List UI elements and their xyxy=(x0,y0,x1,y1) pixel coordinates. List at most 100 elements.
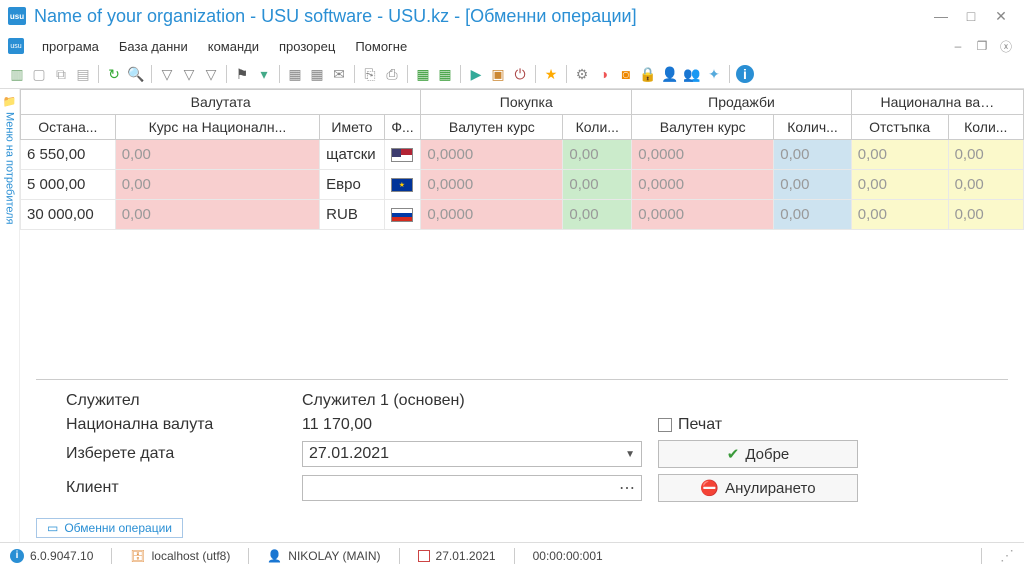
date-combo[interactable]: 27.01.2021 ▼ xyxy=(302,441,642,467)
tb-info-icon[interactable]: i xyxy=(736,65,754,83)
tb-grid2-icon[interactable]: ▦ xyxy=(308,65,326,83)
cell-qty2[interactable]: 0,00 xyxy=(948,200,1023,230)
mdi-restore-button[interactable]: ❐ xyxy=(972,38,992,54)
table-row[interactable]: 30 000,000,00RUB0,00000,000,00000,000,00… xyxy=(21,200,1024,230)
cell-buy-qty[interactable]: 0,00 xyxy=(563,170,632,200)
cell-buy-rate[interactable]: 0,0000 xyxy=(421,200,563,230)
document-tab[interactable]: ▭ Обменни операции xyxy=(36,518,183,538)
menu-commands[interactable]: команди xyxy=(200,35,267,58)
tb-save-icon[interactable]: ▤ xyxy=(74,65,92,83)
ok-button[interactable]: ✔ Добре xyxy=(658,440,858,468)
cell-rest[interactable]: 30 000,00 xyxy=(21,200,116,230)
table-row[interactable]: 5 000,000,00Евро0,00000,000,00000,000,00… xyxy=(21,170,1024,200)
tb-user-icon[interactable]: 👤 xyxy=(661,65,679,83)
tb-exit-icon[interactable]: ⏻ xyxy=(511,65,529,83)
cell-rest[interactable]: 6 550,00 xyxy=(21,140,116,170)
cell-discount[interactable]: 0,00 xyxy=(851,200,948,230)
col-group-sell[interactable]: Продажби xyxy=(632,90,852,115)
maximize-button[interactable]: □ xyxy=(956,6,986,26)
cell-buy-qty[interactable]: 0,00 xyxy=(563,200,632,230)
employee-value: Служител 1 (основен) xyxy=(302,392,642,410)
tb-screen-icon[interactable]: ▣ xyxy=(489,65,507,83)
cell-flag[interactable] xyxy=(384,170,421,200)
cell-buy-rate[interactable]: 0,0000 xyxy=(421,140,563,170)
cell-natrate[interactable]: 0,00 xyxy=(115,140,319,170)
tb-image-icon[interactable]: ▾ xyxy=(255,65,273,83)
menu-database[interactable]: База данни xyxy=(111,35,196,58)
cell-sell-rate[interactable]: 0,0000 xyxy=(632,170,774,200)
employee-label: Служител xyxy=(66,392,286,410)
col-group-buy[interactable]: Покупка xyxy=(421,90,632,115)
cell-natrate[interactable]: 0,00 xyxy=(115,170,319,200)
menu-program[interactable]: програма xyxy=(34,35,107,58)
tb-search-icon[interactable]: 🔍 xyxy=(127,65,145,83)
mdi-close-button[interactable]: ⓧ xyxy=(996,38,1016,54)
menu-help[interactable]: Помогне xyxy=(347,35,415,58)
tb-grid-icon[interactable]: ▦ xyxy=(286,65,304,83)
tb-new-icon[interactable]: ▥ xyxy=(8,65,26,83)
cell-name[interactable]: щатски xyxy=(320,140,385,170)
cell-buy-qty[interactable]: 0,00 xyxy=(563,140,632,170)
tb-filter-icon[interactable]: ▽ xyxy=(158,65,176,83)
close-button[interactable]: ✕ xyxy=(986,6,1016,26)
side-tab-user-menu[interactable]: 📁 Меню на потребителя xyxy=(0,89,20,542)
col-group-national[interactable]: Национална ва… xyxy=(851,90,1023,115)
currency-grid[interactable]: Валутата Покупка Продажби Национална ва…… xyxy=(20,89,1024,230)
col-natrate[interactable]: Курс на Националн... xyxy=(115,115,319,140)
cell-sell-qty[interactable]: 0,00 xyxy=(774,200,851,230)
cell-qty2[interactable]: 0,00 xyxy=(948,140,1023,170)
cell-sell-rate[interactable]: 0,0000 xyxy=(632,140,774,170)
tb-color-icon[interactable]: ◑ xyxy=(595,65,613,83)
tb-filter2-icon[interactable]: ▽ xyxy=(180,65,198,83)
tb-gear-icon[interactable]: ⚙ xyxy=(573,65,591,83)
cell-qty2[interactable]: 0,00 xyxy=(948,170,1023,200)
mdi-minimize-button[interactable]: – xyxy=(948,38,968,54)
col-buy-rate[interactable]: Валутен курс xyxy=(421,115,563,140)
cancel-button[interactable]: ⛔ Анулирането xyxy=(658,474,858,502)
col-discount[interactable]: Отстъпка xyxy=(851,115,948,140)
tb-refresh-icon[interactable]: ↻ xyxy=(105,65,123,83)
client-picker[interactable]: ⋯ xyxy=(302,475,642,501)
minimize-button[interactable]: — xyxy=(926,6,956,26)
tb-filter3-icon[interactable]: ▽ xyxy=(202,65,220,83)
print-checkbox[interactable]: Печат xyxy=(658,416,858,434)
col-qty2[interactable]: Коли... xyxy=(948,115,1023,140)
resize-grip-icon[interactable]: ⋰ xyxy=(1000,547,1014,564)
tb-wand-icon[interactable]: ✦ xyxy=(705,65,723,83)
cell-flag[interactable] xyxy=(384,140,421,170)
menu-window[interactable]: прозорец xyxy=(271,35,343,58)
col-sell-qty[interactable]: Колич... xyxy=(774,115,851,140)
tb-copy-icon[interactable]: ⧉ xyxy=(52,65,70,83)
tb-print-icon[interactable]: ⎙ xyxy=(383,65,401,83)
cell-natrate[interactable]: 0,00 xyxy=(115,200,319,230)
cell-discount[interactable]: 0,00 xyxy=(851,170,948,200)
tb-excel-icon[interactable]: ▦ xyxy=(414,65,432,83)
cell-name[interactable]: Евро xyxy=(320,170,385,200)
checkbox-icon xyxy=(658,418,672,432)
col-buy-qty[interactable]: Коли... xyxy=(563,115,632,140)
col-flag[interactable]: Ф... xyxy=(384,115,421,140)
tb-run-icon[interactable]: ▶ xyxy=(467,65,485,83)
cell-rest[interactable]: 5 000,00 xyxy=(21,170,116,200)
col-name[interactable]: Името xyxy=(320,115,385,140)
cell-sell-qty[interactable]: 0,00 xyxy=(774,170,851,200)
tb-lock-icon[interactable]: 🔒 xyxy=(639,65,657,83)
tb-flag-icon[interactable]: ⚑ xyxy=(233,65,251,83)
cell-buy-rate[interactable]: 0,0000 xyxy=(421,170,563,200)
cell-flag[interactable] xyxy=(384,200,421,230)
col-rest[interactable]: Остана... xyxy=(21,115,116,140)
tb-rss-icon[interactable]: ◙ xyxy=(617,65,635,83)
tb-open-icon[interactable]: ▢ xyxy=(30,65,48,83)
tb-export-icon[interactable]: ⎘ xyxy=(361,65,379,83)
cell-discount[interactable]: 0,00 xyxy=(851,140,948,170)
col-group-currency[interactable]: Валутата xyxy=(21,90,421,115)
cell-name[interactable]: RUB xyxy=(320,200,385,230)
col-sell-rate[interactable]: Валутен курс xyxy=(632,115,774,140)
tb-star-icon[interactable]: ★ xyxy=(542,65,560,83)
tb-excel2-icon[interactable]: ▦ xyxy=(436,65,454,83)
tb-users-icon[interactable]: 👥 xyxy=(683,65,701,83)
tb-mail-icon[interactable]: ✉ xyxy=(330,65,348,83)
cell-sell-qty[interactable]: 0,00 xyxy=(774,140,851,170)
cell-sell-rate[interactable]: 0,0000 xyxy=(632,200,774,230)
table-row[interactable]: 6 550,000,00щатски0,00000,000,00000,000,… xyxy=(21,140,1024,170)
